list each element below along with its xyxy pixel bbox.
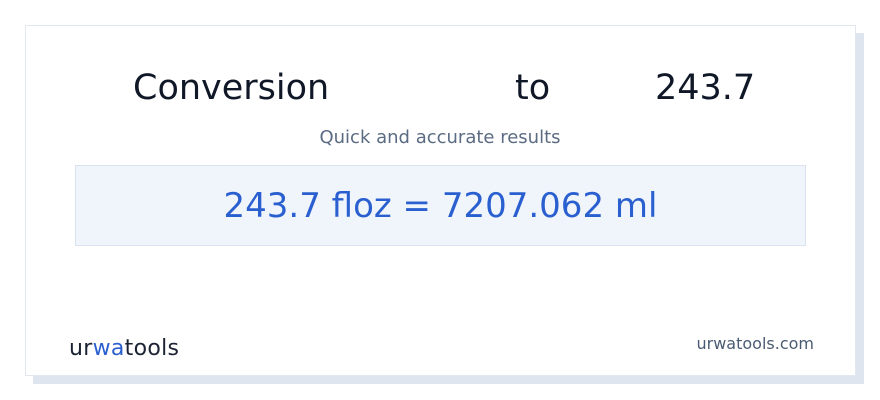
urwatools-logo[interactable]: ur wa tools <box>69 336 179 362</box>
title-value-word: 243.7 <box>655 68 756 108</box>
logo-accent: wa <box>92 336 125 361</box>
title-to-word: to <box>515 68 551 108</box>
result-box: 243.7 floz = 7207.062 ml <box>75 165 806 246</box>
title-row: Conversion to 243.7 <box>0 0 880 120</box>
logo-suffix: tools <box>124 336 180 361</box>
logo-prefix: ur <box>69 336 93 361</box>
subtitle: Quick and accurate results <box>319 127 561 148</box>
site-url[interactable]: urwatools.com <box>697 334 815 354</box>
conversion-result: 243.7 floz = 7207.062 ml <box>223 185 658 226</box>
title-conversion-word: Conversion <box>133 68 330 108</box>
